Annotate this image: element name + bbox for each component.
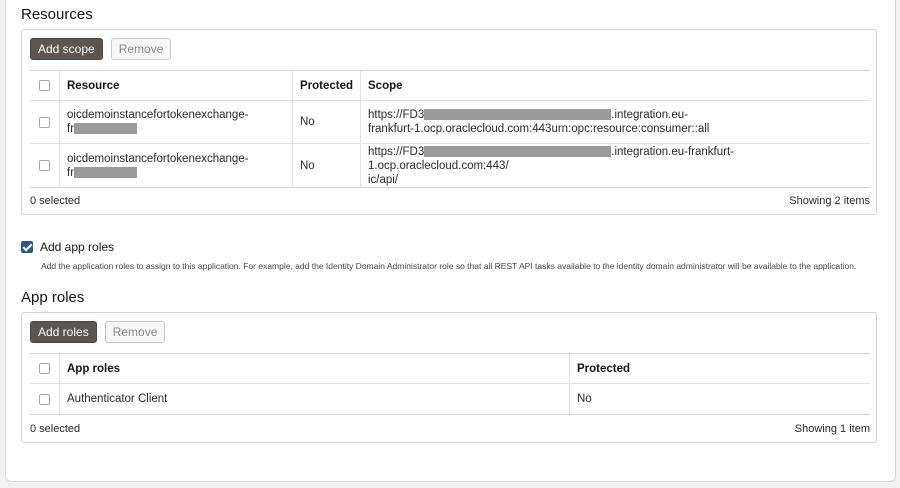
resource-name-line1: oicdemoinstancefortokenexchange- [67,152,249,165]
row-checkbox[interactable] [39,116,50,128]
resources-showing-count: Showing 2 items [789,195,870,207]
add-app-roles-help: Add the application roles to assign to t… [41,261,857,271]
resources-header-row: Resource Protected Scope [30,71,870,101]
app-roles-showing-count: Showing 1 item [794,423,870,435]
scope-line1: https://FD3 .integration.eu- [368,108,688,122]
resources-toolbar: Add scope Remove [30,38,172,60]
redacted-block [74,123,138,135]
row-checkbox[interactable] [39,393,50,405]
app-roles-table: App roles Protected Authenticator Client… [30,353,870,415]
app-roles-selected-count: 0 selected [30,423,81,435]
scope-cell: https://FD3 .integration.eu- frankfurt-1.… [361,101,870,143]
column-header-app-roles[interactable]: App roles [60,354,570,383]
resources-selected-count: 0 selected [30,195,81,207]
resource-cell: oicdemoinstancefortokenexchange- fr [60,144,293,187]
redacted-block [424,145,612,157]
scope-suffix: .integration.eu- [611,109,688,121]
app-roles-footer: 0 selected Showing 1 item [30,415,870,443]
resource-name-fragment: fr [67,123,75,135]
row-select-cell [30,101,60,143]
resource-cell: oicdemoinstancefortokenexchange- fr [60,101,293,143]
scope-line1: https://FD3 .integration.eu-frankfurt-1.o… [368,145,863,173]
select-all-checkbox[interactable] [39,80,50,91]
scope-cell: https://FD3 .integration.eu-frankfurt-1.o… [361,144,870,187]
app-roles-header-row: App roles Protected [30,354,870,384]
table-row[interactable]: oicdemoinstancefortokenexchange- fr No h… [30,101,870,144]
select-all-checkbox[interactable] [39,363,50,374]
row-select-cell [30,384,60,414]
table-row[interactable]: Authenticator Client No [30,384,870,414]
redacted-block [74,166,138,178]
resources-table: Resource Protected Scope oicdemoinstance… [30,70,870,188]
app-role-name-cell: Authenticator Client [60,384,570,414]
page-container: Resources Add scope Remove Resource Prot… [5,0,896,482]
row-checkbox[interactable] [39,160,50,171]
add-app-roles-label: Add app roles [40,240,115,254]
resource-name-line1: oicdemoinstancefortokenexchange- [67,109,249,121]
column-header-protected[interactable]: Protected [570,354,870,383]
column-header-scope[interactable]: Scope [361,71,870,100]
column-header-protected[interactable]: Protected [293,71,361,100]
add-app-roles-option[interactable]: Add app roles [21,240,114,254]
resources-panel: Add scope Remove Resource Protected Scop… [21,29,877,215]
scope-prefix: https://FD3 [368,145,425,158]
add-roles-button[interactable]: Add roles [30,321,97,343]
protected-cell: No [293,144,361,187]
resource-name-line2: fr [67,122,138,136]
add-app-roles-checkbox[interactable] [21,241,33,253]
scope-line2: frankfurt-1.ocp.oraclecloud.com:443urn:o… [368,123,710,135]
select-all-cell [30,354,60,383]
app-roles-toolbar: Add roles Remove [30,321,166,343]
remove-scope-button[interactable]: Remove [110,38,172,60]
select-all-cell [30,71,60,100]
resource-name-fragment: fr [67,166,75,179]
column-header-resource[interactable]: Resource [60,71,293,100]
row-select-cell [30,144,60,187]
resource-name-line2: fr [67,166,138,180]
remove-roles-button[interactable]: Remove [104,321,166,343]
app-roles-panel: Add roles Remove App roles Protected Aut… [21,312,877,443]
resources-title: Resources [21,6,93,23]
scope-prefix: https://FD3 [368,109,425,121]
app-role-protected-cell: No [577,393,592,405]
protected-cell: No [293,101,361,143]
scope-line2: ic/api/ [368,173,399,186]
redacted-block [424,109,612,121]
app-roles-title: App roles [21,289,85,306]
table-row[interactable]: oicdemoinstancefortokenexchange- fr No h… [30,144,870,187]
resources-footer: 0 selected Showing 2 items [30,187,870,215]
add-scope-button[interactable]: Add scope [30,38,103,60]
